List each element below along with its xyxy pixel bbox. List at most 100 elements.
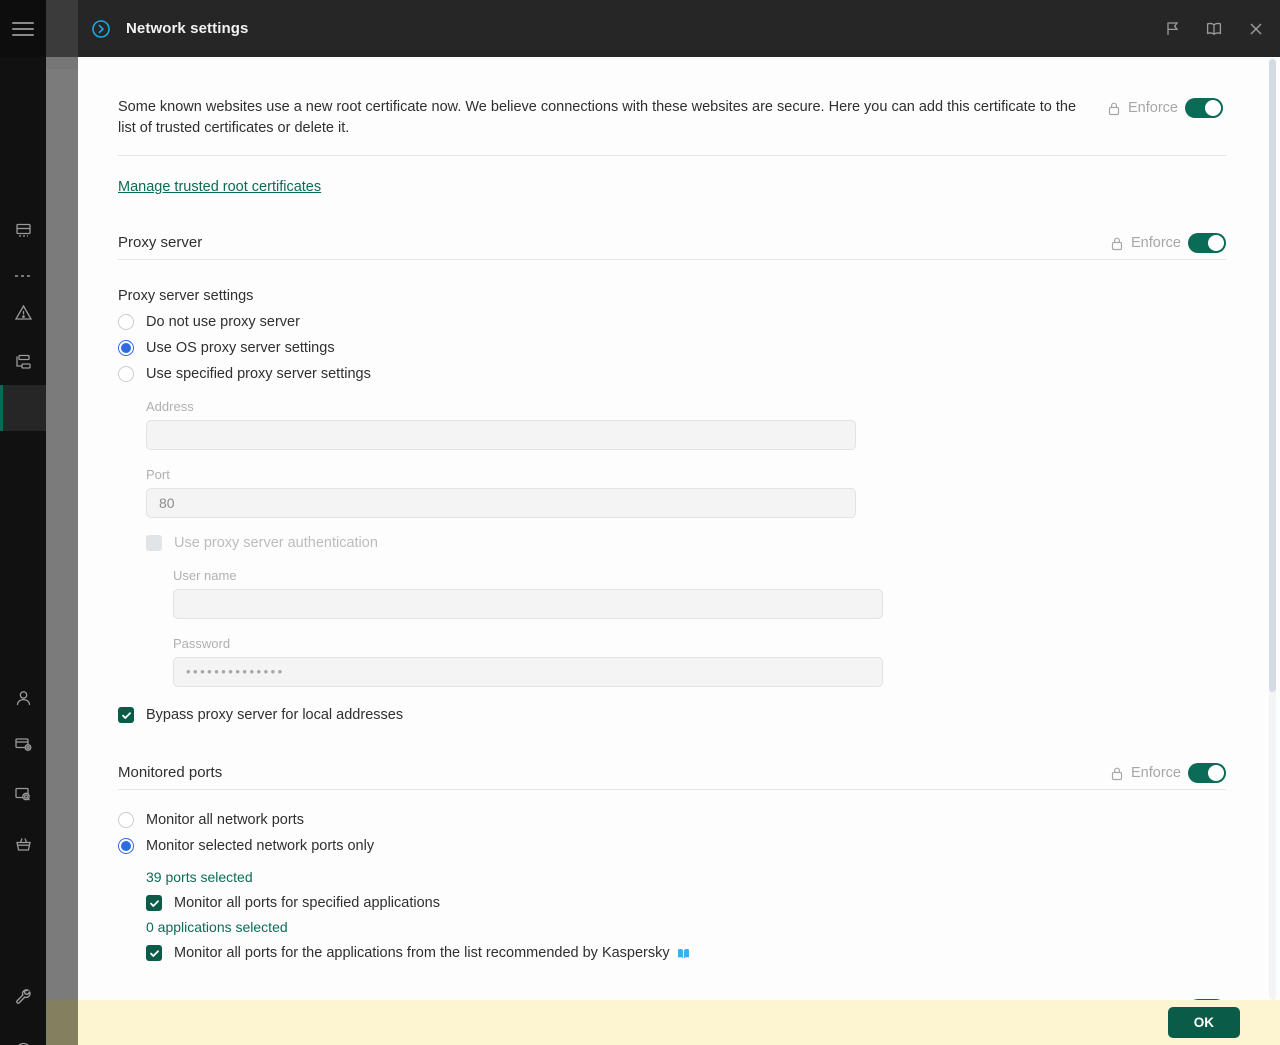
enforce-toggle-proxy-server[interactable] bbox=[1188, 233, 1226, 253]
sidebar-item-alerts[interactable] bbox=[0, 289, 46, 335]
close-icon[interactable] bbox=[1246, 19, 1266, 39]
sidebar-item-selected[interactable] bbox=[0, 385, 46, 431]
ports-selected-link[interactable]: 39 ports selected bbox=[146, 869, 253, 885]
monitored-ports-section-header: Monitored ports Enforce bbox=[118, 762, 1226, 783]
checkbox-label: Use proxy server authentication bbox=[174, 535, 378, 551]
help-book-icon[interactable] bbox=[676, 946, 691, 961]
toggle-knob bbox=[1208, 235, 1224, 251]
enforce-control-proxy-server: Enforce bbox=[1110, 232, 1226, 253]
dialog-titlebar: Network settings bbox=[78, 0, 1280, 57]
device-gear-icon bbox=[14, 735, 33, 754]
port-input[interactable]: 80 bbox=[146, 488, 856, 518]
enforce-control-monitored-ports: Enforce bbox=[1110, 762, 1226, 783]
username-input[interactable] bbox=[173, 589, 883, 619]
radio-label: Monitor selected network ports only bbox=[146, 838, 374, 854]
radio-monitor-selected-ports[interactable]: Monitor selected network ports only bbox=[118, 838, 1226, 854]
content-scrollbar[interactable] bbox=[1269, 59, 1276, 1000]
radio-button bbox=[118, 366, 134, 382]
kaspersky-arrow-icon bbox=[90, 18, 112, 40]
sidebar-header bbox=[0, 0, 46, 57]
book-icon[interactable] bbox=[1204, 19, 1224, 39]
lock-icon bbox=[1110, 766, 1124, 781]
divider bbox=[118, 155, 1226, 156]
scrollbar-thumb[interactable] bbox=[1269, 59, 1276, 692]
warning-triangle-icon bbox=[14, 303, 33, 322]
manage-trusted-root-certificates-link[interactable]: Manage trusted root certificates bbox=[118, 179, 321, 195]
section-title-monitored-ports: Monitored ports bbox=[118, 764, 1096, 781]
checkbox-checked bbox=[146, 945, 162, 961]
dashed-line-icon bbox=[14, 272, 33, 280]
toggle-knob bbox=[1208, 765, 1224, 781]
checkbox-label: Bypass proxy server for local addresses bbox=[146, 707, 403, 723]
app-sidebar bbox=[0, 0, 46, 1045]
checkbox-monitor-recommended-applications[interactable]: Monitor all ports for the applications f… bbox=[146, 945, 1226, 961]
basket-icon bbox=[14, 835, 33, 854]
checkbox-unchecked-disabled bbox=[146, 535, 162, 551]
lock-icon bbox=[1107, 101, 1121, 116]
account-circle-icon bbox=[14, 1041, 33, 1045]
checkbox-label: Monitor all ports for the applications f… bbox=[174, 945, 670, 961]
enforce-toggle-root-certificate[interactable] bbox=[1185, 98, 1223, 118]
dimmed-background-titlebar bbox=[46, 0, 78, 57]
dialog-footer: OK bbox=[78, 1000, 1280, 1045]
root-certificate-description: Some known websites use a new root certi… bbox=[118, 97, 1093, 138]
encrypted-connections-section-header: Encrypted connections scan Enforce bbox=[118, 998, 1226, 1000]
checkbox-checked bbox=[118, 707, 134, 723]
radio-monitor-all-ports[interactable]: Monitor all network ports bbox=[118, 812, 1226, 828]
sidebar-item-reports[interactable] bbox=[0, 207, 46, 253]
sidebar-item-tools[interactable] bbox=[0, 973, 46, 1019]
sidebar-icon-list bbox=[0, 57, 46, 1045]
sidebar-item-tasks[interactable] bbox=[0, 339, 46, 385]
proxy-server-settings-label: Proxy server settings bbox=[118, 288, 1226, 304]
address-input[interactable] bbox=[146, 420, 856, 450]
flag-icon[interactable] bbox=[1162, 19, 1182, 39]
password-input[interactable]: •••••••••••••• bbox=[173, 657, 883, 687]
dialog-content: Some known websites use a new root certi… bbox=[78, 57, 1280, 1000]
divider bbox=[118, 789, 1226, 790]
radio-label: Monitor all network ports bbox=[146, 812, 304, 828]
enforce-control-encrypted-connections: Enforce bbox=[1110, 998, 1226, 1000]
radio-button bbox=[118, 812, 134, 828]
toggle-knob bbox=[1205, 100, 1221, 116]
applications-selected-link[interactable]: 0 applications selected bbox=[146, 919, 288, 935]
sidebar-item-marketplace[interactable] bbox=[0, 821, 46, 867]
radio-label: Do not use proxy server bbox=[146, 314, 300, 330]
sidebar-item-users[interactable] bbox=[0, 675, 46, 721]
enforce-toggle-encrypted-connections[interactable] bbox=[1188, 999, 1226, 1000]
wrench-icon bbox=[14, 987, 33, 1006]
proxy-server-section-header: Proxy server Enforce bbox=[118, 232, 1226, 253]
checkbox-use-proxy-authentication[interactable]: Use proxy server authentication bbox=[146, 535, 1226, 551]
address-label: Address bbox=[146, 399, 1226, 414]
sidebar-item-device-settings[interactable] bbox=[0, 721, 46, 767]
application-root: Network settings bbox=[0, 0, 1280, 1045]
checkbox-checked bbox=[146, 895, 162, 911]
checkbox-monitor-specified-applications[interactable]: Monitor all ports for specified applicat… bbox=[146, 895, 1226, 911]
proxy-password-group: Password •••••••••••••• bbox=[173, 636, 1226, 687]
radio-use-specified-proxy[interactable]: Use specified proxy server settings bbox=[118, 366, 1226, 382]
enforce-toggle-monitored-ports[interactable] bbox=[1188, 763, 1226, 783]
checkbox-bypass-proxy-local[interactable]: Bypass proxy server for local addresses bbox=[118, 707, 1226, 723]
user-icon bbox=[14, 689, 33, 708]
ok-button[interactable]: OK bbox=[1168, 1007, 1240, 1038]
radio-do-not-use-proxy[interactable]: Do not use proxy server bbox=[118, 314, 1226, 330]
lock-icon bbox=[1110, 236, 1124, 251]
dimmed-background-overlay bbox=[46, 0, 78, 1045]
radio-label: Use specified proxy server settings bbox=[146, 366, 371, 382]
section-title-proxy-server: Proxy server bbox=[118, 234, 1096, 251]
radio-label: Use OS proxy server settings bbox=[146, 340, 335, 356]
divider bbox=[118, 259, 1226, 260]
radio-button-selected bbox=[118, 838, 134, 854]
radio-use-os-proxy[interactable]: Use OS proxy server settings bbox=[118, 340, 1226, 356]
hamburger-menu-icon[interactable] bbox=[12, 22, 34, 36]
radio-button bbox=[118, 314, 134, 330]
port-label: Port bbox=[146, 467, 1226, 482]
root-certificate-row: Some known websites use a new root certi… bbox=[118, 97, 1226, 138]
username-label: User name bbox=[173, 568, 1226, 583]
network-settings-dialog: Network settings bbox=[78, 0, 1280, 1045]
password-label: Password bbox=[173, 636, 1226, 651]
settings-scroll-area: Some known websites use a new root certi… bbox=[78, 57, 1266, 1000]
sidebar-item-account[interactable] bbox=[0, 1027, 46, 1045]
enforce-label: Enforce bbox=[1131, 765, 1181, 781]
sidebar-item-discovery[interactable] bbox=[0, 771, 46, 817]
enforce-label: Enforce bbox=[1131, 235, 1181, 251]
